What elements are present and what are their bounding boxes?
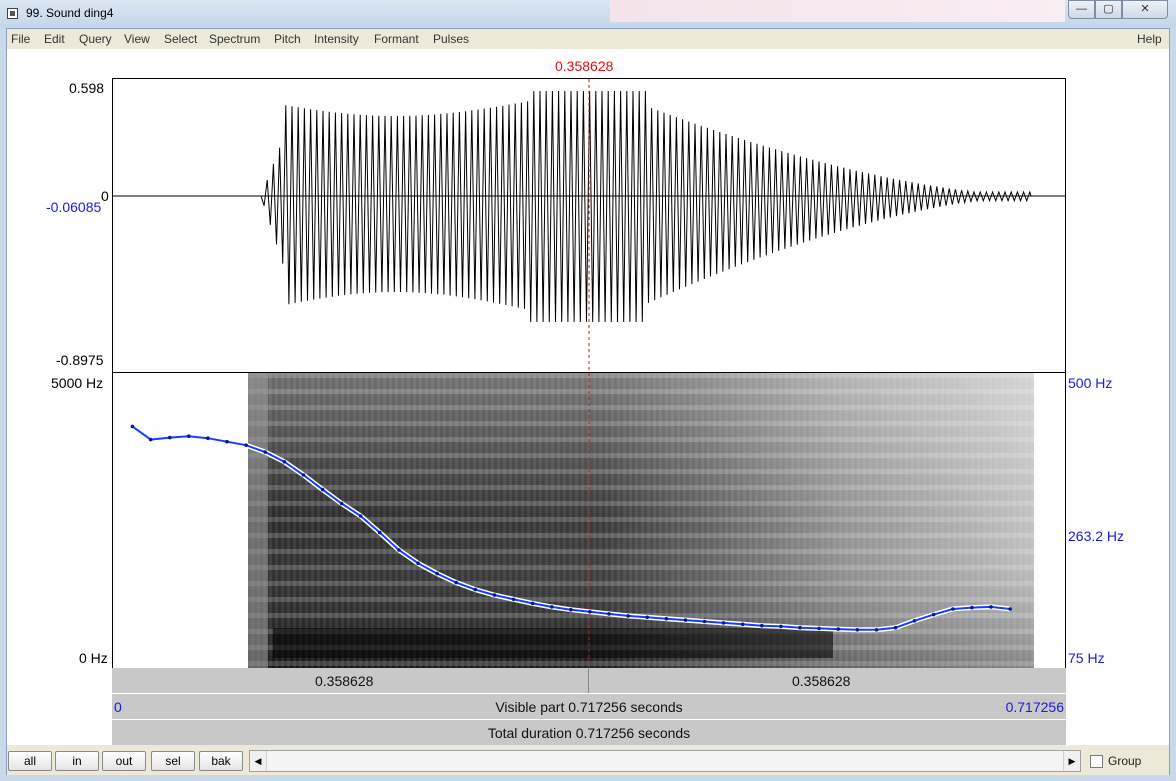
total-duration-text: Total duration 0.717256 seconds bbox=[487, 725, 691, 741]
pitch-point bbox=[607, 612, 611, 616]
spectrogram-plot bbox=[130, 373, 1034, 668]
horizontal-scrollbar[interactable]: ◀ ▶ bbox=[249, 750, 1081, 772]
pitch-point bbox=[378, 530, 382, 535]
zoom-selection-button[interactable]: sel bbox=[151, 751, 195, 771]
pitch-point bbox=[970, 605, 974, 610]
window-title: 99. Sound ding4 bbox=[26, 6, 114, 20]
pitch-point bbox=[798, 625, 802, 630]
zoom-out-button[interactable]: out bbox=[102, 751, 146, 771]
menu-help[interactable]: Help bbox=[1137, 32, 1162, 46]
pitch-point bbox=[893, 625, 898, 630]
pitch-point bbox=[225, 439, 229, 444]
waveform-zero-label: 0 bbox=[101, 188, 109, 204]
scroll-right-icon[interactable]: ▶ bbox=[1063, 751, 1080, 771]
pitch-point bbox=[301, 473, 306, 477]
pitch-axis-bottom: 75 Hz bbox=[1068, 650, 1105, 666]
pitch-axis-mid: 263.2 Hz bbox=[1068, 528, 1125, 544]
scroll-left-icon[interactable]: ◀ bbox=[250, 751, 267, 771]
pitch-point bbox=[168, 435, 172, 440]
pitch-point bbox=[320, 487, 325, 492]
pitch-point bbox=[645, 615, 649, 620]
waveform-ymax-label: 0.598 bbox=[69, 80, 105, 96]
menu-select[interactable]: Select bbox=[164, 32, 197, 46]
spectrogram-freq-top: 5000 Hz bbox=[51, 375, 104, 391]
pitch-point bbox=[874, 628, 879, 632]
pitch-point bbox=[664, 616, 669, 621]
group-label: Group bbox=[1108, 754, 1142, 768]
pitch-axis-top: 500 Hz bbox=[1068, 375, 1113, 391]
pitch-point bbox=[358, 514, 363, 518]
total-duration-bar[interactable]: Total duration 0.717256 seconds bbox=[112, 720, 1066, 745]
pitch-point bbox=[740, 622, 745, 627]
pitch-point bbox=[569, 607, 573, 612]
menu-file[interactable]: File bbox=[11, 32, 30, 46]
left-segment-duration: 0.358628 bbox=[315, 673, 374, 689]
cursor-time-label: 0.358628 bbox=[555, 58, 614, 74]
pitch-point bbox=[187, 434, 191, 438]
pitch-point bbox=[817, 626, 821, 631]
visible-part-text: Visible part 0.717256 seconds bbox=[495, 699, 683, 715]
spectrogram-panel[interactable] bbox=[112, 373, 1066, 668]
pitch-point bbox=[397, 548, 401, 552]
pitch-point bbox=[473, 587, 478, 592]
pitch-point bbox=[549, 605, 554, 609]
pitch-point bbox=[779, 624, 783, 629]
minimize-icon[interactable]: — bbox=[1068, 0, 1095, 19]
pitch-point bbox=[626, 614, 630, 618]
menu-edit[interactable]: Edit bbox=[44, 32, 65, 46]
pitch-point bbox=[951, 607, 955, 611]
zoom-all-button[interactable]: all bbox=[8, 751, 52, 771]
pitch-point bbox=[760, 623, 764, 628]
pitch-point bbox=[683, 618, 688, 622]
visible-part-bar[interactable]: 0 Visible part 0.717256 seconds 0.717256 bbox=[112, 694, 1066, 719]
app-icon bbox=[7, 8, 18, 19]
spectrogram-freq-bottom: 0 Hz bbox=[79, 650, 108, 666]
visible-end: 0.717256 bbox=[1005, 699, 1064, 715]
group-checkbox[interactable] bbox=[1090, 755, 1103, 768]
menu-view[interactable]: View bbox=[124, 32, 150, 46]
menu-intensity[interactable]: Intensity bbox=[314, 32, 359, 46]
menu-bar: File Edit Query View Select Spectrum Pit… bbox=[7, 29, 1169, 49]
pitch-point bbox=[836, 627, 840, 631]
menu-spectrum[interactable]: Spectrum bbox=[209, 32, 260, 46]
pitch-point bbox=[931, 612, 936, 617]
pitch-point bbox=[721, 621, 726, 625]
segment-divider bbox=[588, 668, 589, 693]
selection-bar[interactable]: 0.358628 0.358628 bbox=[112, 668, 1066, 693]
waveform-ymin-label: -0.8975 bbox=[56, 352, 104, 368]
pitch-point bbox=[702, 619, 707, 624]
pitch-point bbox=[989, 605, 993, 609]
pitch-point bbox=[282, 460, 287, 464]
waveform-cursor-value: -0.06085 bbox=[46, 199, 102, 215]
close-icon[interactable]: ✕ bbox=[1122, 0, 1168, 19]
pitch-point bbox=[263, 450, 267, 454]
pitch-point bbox=[454, 580, 459, 585]
pitch-point bbox=[130, 424, 135, 429]
menu-query[interactable]: Query bbox=[79, 32, 112, 46]
menu-pulses[interactable]: Pulses bbox=[433, 32, 469, 46]
right-segment-duration: 0.358628 bbox=[792, 673, 851, 689]
waveform-panel[interactable] bbox=[112, 78, 1066, 373]
background-strip bbox=[610, 0, 1065, 22]
menu-pitch[interactable]: Pitch bbox=[274, 32, 301, 46]
pitch-point bbox=[855, 628, 860, 632]
pitch-point bbox=[206, 436, 210, 440]
pitch-point bbox=[416, 561, 420, 565]
pitch-point bbox=[244, 443, 248, 447]
zoom-in-button[interactable]: in bbox=[55, 751, 99, 771]
pitch-point bbox=[511, 597, 516, 602]
pitch-point bbox=[912, 619, 917, 623]
maximize-icon[interactable]: ▢ bbox=[1095, 0, 1122, 19]
pitch-point bbox=[148, 437, 153, 442]
waveform-plot bbox=[113, 79, 1065, 372]
pitch-point bbox=[530, 601, 535, 606]
menu-formant[interactable]: Formant bbox=[374, 32, 419, 46]
title-bar: 99. Sound ding4 — ▢ ✕ bbox=[0, 0, 1176, 28]
pitch-point bbox=[492, 593, 497, 597]
pitch-point bbox=[1008, 607, 1012, 611]
zoom-back-button[interactable]: bak bbox=[199, 751, 243, 771]
pitch-point bbox=[435, 571, 439, 576]
pitch-point bbox=[588, 610, 592, 614]
pitch-point bbox=[339, 501, 344, 506]
